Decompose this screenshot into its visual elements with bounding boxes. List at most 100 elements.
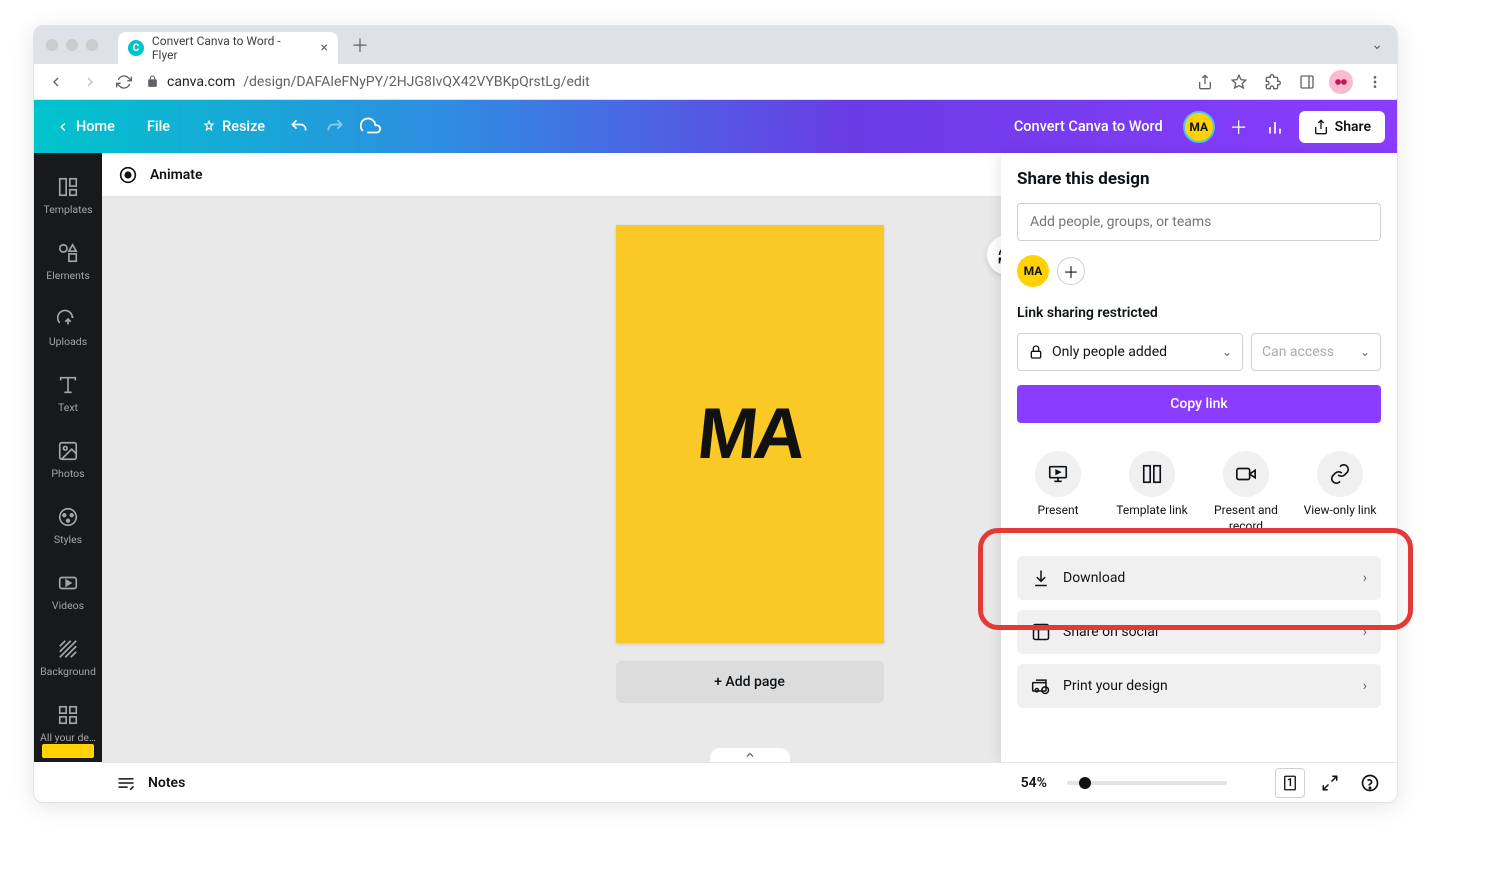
sidebar-item-photos[interactable]: Photos (34, 427, 102, 491)
chevron-right-icon: › (1363, 624, 1367, 640)
zoom-thumb[interactable] (1079, 777, 1091, 789)
sidebar-item-background[interactable]: Background (34, 625, 102, 689)
chevron-down-icon: ⌄ (1360, 345, 1370, 359)
collaborator-avatar[interactable]: MA (1017, 255, 1049, 287)
share-people-row: MA ＋ (1017, 255, 1381, 287)
chevron-right-icon: › (1363, 678, 1367, 694)
text-icon (56, 373, 80, 397)
share-panel-title: Share this design (1017, 169, 1381, 189)
file-label: File (147, 118, 170, 135)
app-frame: C Convert Canva to Word - Flyer × ＋ ⌄ (0, 0, 1508, 885)
resize-button[interactable]: Resize (192, 112, 275, 141)
fullscreen-icon[interactable] (1315, 768, 1345, 798)
download-label: Download (1063, 570, 1125, 586)
photos-icon (56, 439, 80, 463)
minimize-dot[interactable] (66, 39, 78, 51)
share-actions-list: Download › Share on social › Print your … (1017, 556, 1381, 708)
canvas-text[interactable]: MA (693, 393, 806, 475)
extensions-icon[interactable] (1261, 70, 1285, 94)
chrome-toolbar: canva.com/design/DAFAIeFNyPY/2HJG8IvQX42… (34, 64, 1397, 100)
share-people-input[interactable] (1017, 203, 1381, 241)
sidebar-item-templates[interactable]: Templates (34, 163, 102, 227)
styles-icon (56, 505, 80, 529)
access-scope-select[interactable]: Only people added ⌄ (1017, 333, 1243, 371)
expand-timeline-handle[interactable] (710, 748, 790, 762)
tab-title: Convert Canva to Word - Flyer (152, 34, 309, 62)
star-icon[interactable] (1227, 70, 1251, 94)
insights-icon[interactable] (1263, 117, 1287, 137)
template-link-option[interactable]: Template link (1111, 451, 1193, 534)
print-design-action[interactable]: Print your design › (1017, 664, 1381, 708)
all-designs-icon (56, 703, 80, 727)
access-row: Only people added ⌄ Can access ⌄ (1017, 333, 1381, 371)
elements-icon (56, 241, 80, 265)
add-people-button[interactable]: ＋ (1057, 257, 1085, 285)
present-record-option[interactable]: Present and record (1205, 451, 1287, 534)
redo-icon[interactable] (323, 117, 347, 137)
sidebar-item-elements[interactable]: Elements (34, 229, 102, 293)
sidebar-item-videos[interactable]: Videos (34, 559, 102, 623)
undo-icon[interactable] (287, 117, 311, 137)
address-bar[interactable]: canva.com/design/DAFAIeFNyPY/2HJG8IvQX42… (146, 74, 1183, 90)
share-button[interactable]: Share (1299, 111, 1385, 143)
home-label: Home (76, 118, 115, 135)
templates-icon (56, 175, 80, 199)
tab-close-icon[interactable]: × (321, 40, 328, 56)
add-collaborator-icon[interactable]: ＋ (1227, 115, 1251, 139)
document-title[interactable]: Convert Canva to Word (1014, 118, 1163, 135)
animate-button[interactable]: Animate (150, 167, 203, 183)
menu-icon[interactable] (1363, 70, 1387, 94)
lock-icon (146, 75, 159, 88)
animate-icon (116, 163, 140, 187)
chevron-down-icon: ⌄ (1222, 345, 1232, 359)
maximize-dot[interactable] (86, 39, 98, 51)
download-action[interactable]: Download › (1017, 556, 1381, 600)
background-icon (56, 637, 80, 661)
home-button[interactable]: Home (46, 112, 125, 141)
copy-link-button[interactable]: Copy link (1017, 385, 1381, 423)
sidebar-thumbnail (42, 744, 94, 758)
user-avatar[interactable]: MA (1183, 111, 1215, 143)
share-options-row: Present Template link Present and record… (1017, 451, 1381, 534)
sidepanel-icon[interactable] (1295, 70, 1319, 94)
tabs-dropdown-icon[interactable]: ⌄ (1371, 37, 1383, 53)
url-host: canva.com (167, 74, 235, 90)
print-label: Print your design (1063, 678, 1168, 694)
zoom-level[interactable]: 54% (1021, 775, 1047, 791)
help-icon[interactable] (1355, 768, 1385, 798)
share-label: Share (1335, 119, 1371, 135)
present-option[interactable]: Present (1017, 451, 1099, 534)
zoom-slider[interactable] (1067, 781, 1227, 785)
left-sidebar: Templates Elements Uploads Text Photos S… (34, 153, 102, 762)
nav-back-icon[interactable] (44, 70, 68, 94)
share-chrome-icon[interactable] (1193, 70, 1217, 94)
videos-icon (56, 571, 80, 595)
share-panel: Share this design MA ＋ Link sharing rest… (1001, 153, 1397, 762)
canva-header: Home File Resize Convert Canva to Word M… (34, 100, 1397, 153)
page-count: 1 (1287, 776, 1293, 789)
add-page-button[interactable]: + Add page (616, 661, 884, 703)
browser-window: C Convert Canva to Word - Flyer × ＋ ⌄ (33, 25, 1398, 803)
chevron-right-icon: › (1363, 570, 1367, 586)
uploads-icon (56, 307, 80, 331)
bottom-bar: Notes 54% 1 (102, 762, 1397, 802)
share-social-label: Share on social (1063, 624, 1158, 640)
new-tab-button[interactable]: ＋ (346, 31, 374, 59)
cloud-sync-icon[interactable] (359, 116, 383, 138)
profile-avatar[interactable] (1329, 70, 1353, 94)
link-sharing-label: Link sharing restricted (1017, 305, 1381, 321)
view-only-link-option[interactable]: View-only link (1299, 451, 1381, 534)
notes-icon (114, 773, 138, 793)
share-social-action[interactable]: Share on social › (1017, 610, 1381, 654)
sidebar-item-text[interactable]: Text (34, 361, 102, 425)
reload-icon[interactable] (112, 70, 136, 94)
file-button[interactable]: File (137, 112, 180, 141)
url-path: /design/DAFAIeFNyPY/2HJG8IvQX42VYBKpQrst… (243, 74, 590, 90)
notes-button[interactable]: Notes (148, 775, 1011, 791)
browser-tab[interactable]: C Convert Canva to Word - Flyer × (118, 32, 338, 64)
design-page[interactable]: MA (616, 225, 884, 643)
page-list-button[interactable]: 1 (1275, 768, 1305, 798)
sidebar-item-styles[interactable]: Styles (34, 493, 102, 557)
sidebar-item-uploads[interactable]: Uploads (34, 295, 102, 359)
close-dot[interactable] (46, 39, 58, 51)
